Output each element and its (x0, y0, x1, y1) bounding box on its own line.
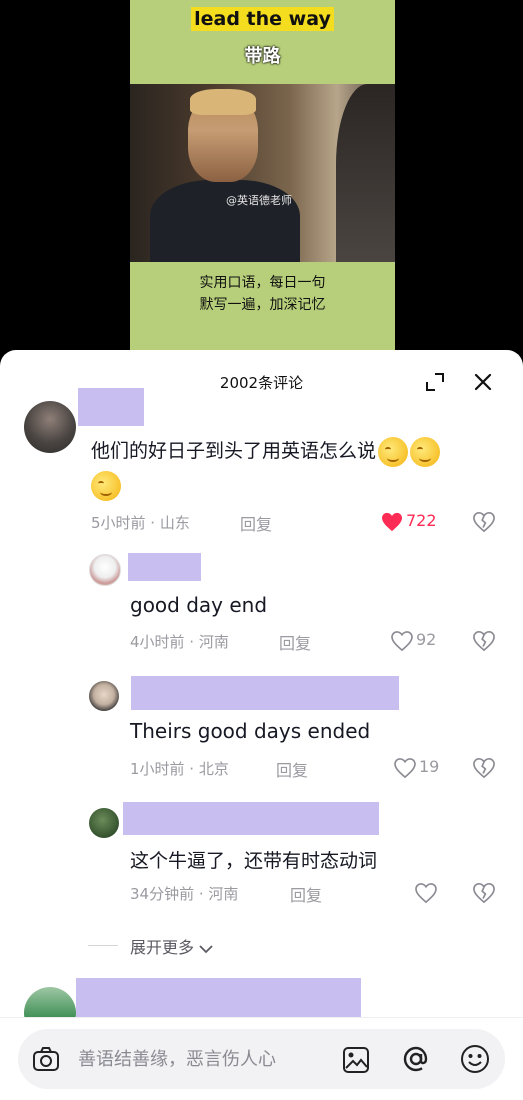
comment-meta: 4小时前 · 河南 (130, 633, 229, 651)
avatar[interactable] (24, 401, 76, 453)
avatar[interactable] (89, 808, 119, 838)
expand-divider (88, 945, 118, 946)
username-redacted[interactable] (131, 676, 399, 710)
heart-icon[interactable] (391, 631, 413, 651)
emoji-icon (378, 436, 409, 467)
heart-icon[interactable] (381, 512, 403, 532)
reply-button[interactable]: 回复 (290, 882, 322, 906)
video-frame: lead the way 带路 @英语德老师 实用口语，每日一句 默写一遍，加深… (130, 0, 395, 352)
image-icon[interactable] (342, 1046, 370, 1074)
video-title-en: lead the way (130, 7, 395, 31)
reply-button[interactable]: 回复 (240, 511, 272, 535)
like-count: 722 (406, 511, 437, 530)
camera-icon[interactable] (32, 1046, 60, 1072)
comment-text[interactable]: 这个牛逼了，还带有时态动词 (130, 846, 377, 873)
heart-icon[interactable] (415, 883, 437, 903)
expand-more-button[interactable]: 展开更多 (130, 934, 213, 958)
dislike-icon[interactable] (473, 511, 495, 533)
username-redacted[interactable] (128, 553, 201, 581)
comment-text[interactable]: good day end (130, 593, 267, 617)
close-icon[interactable] (472, 371, 494, 393)
comment-meta: 1小时前 · 北京 (130, 760, 229, 778)
reply-button[interactable]: 回复 (279, 630, 311, 654)
comment-meta: 34分钟前 · 河南 (130, 885, 239, 903)
dislike-icon[interactable] (473, 882, 495, 904)
comment-input[interactable] (78, 1047, 318, 1071)
video-caption: 实用口语，每日一句 默写一遍，加深记忆 (199, 275, 326, 313)
comment-text[interactable]: 他们的好日子到头了用英语怎么说 (91, 434, 501, 502)
avatar[interactable] (89, 681, 119, 711)
chevron-down-icon (199, 944, 213, 953)
username-redacted[interactable] (123, 802, 379, 835)
video-scene: @英语德老师 (130, 84, 395, 262)
expand-icon[interactable] (424, 371, 446, 393)
video-player[interactable]: lead the way 带路 @英语德老师 实用口语，每日一句 默写一遍，加深… (0, 0, 523, 360)
comment-input-box[interactable] (18, 1029, 505, 1089)
dislike-icon[interactable] (473, 757, 495, 779)
emoji-icon (410, 436, 441, 467)
username-redacted[interactable] (78, 388, 144, 426)
emoji-picker-icon[interactable] (460, 1044, 490, 1074)
video-watermark: @英语德老师 (226, 194, 292, 207)
dislike-icon[interactable] (473, 630, 495, 652)
comment-text[interactable]: Theirs good days ended (130, 719, 370, 743)
comment-meta: 5小时前 · 山东 (91, 514, 190, 532)
mention-icon[interactable] (400, 1043, 432, 1075)
heart-icon[interactable] (394, 758, 416, 778)
comments-panel: 2002条评论 他们的好日子到头了用英语怎么说 5小时前 · 山东 回复 722… (0, 350, 523, 1100)
like-count: 92 (416, 630, 437, 649)
emoji-icon (91, 470, 121, 501)
video-title-zh: 带路 (244, 46, 281, 67)
avatar[interactable] (89, 554, 121, 586)
comment-input-bar (0, 1017, 523, 1100)
reply-button[interactable]: 回复 (276, 757, 308, 781)
like-count: 19 (419, 757, 440, 776)
